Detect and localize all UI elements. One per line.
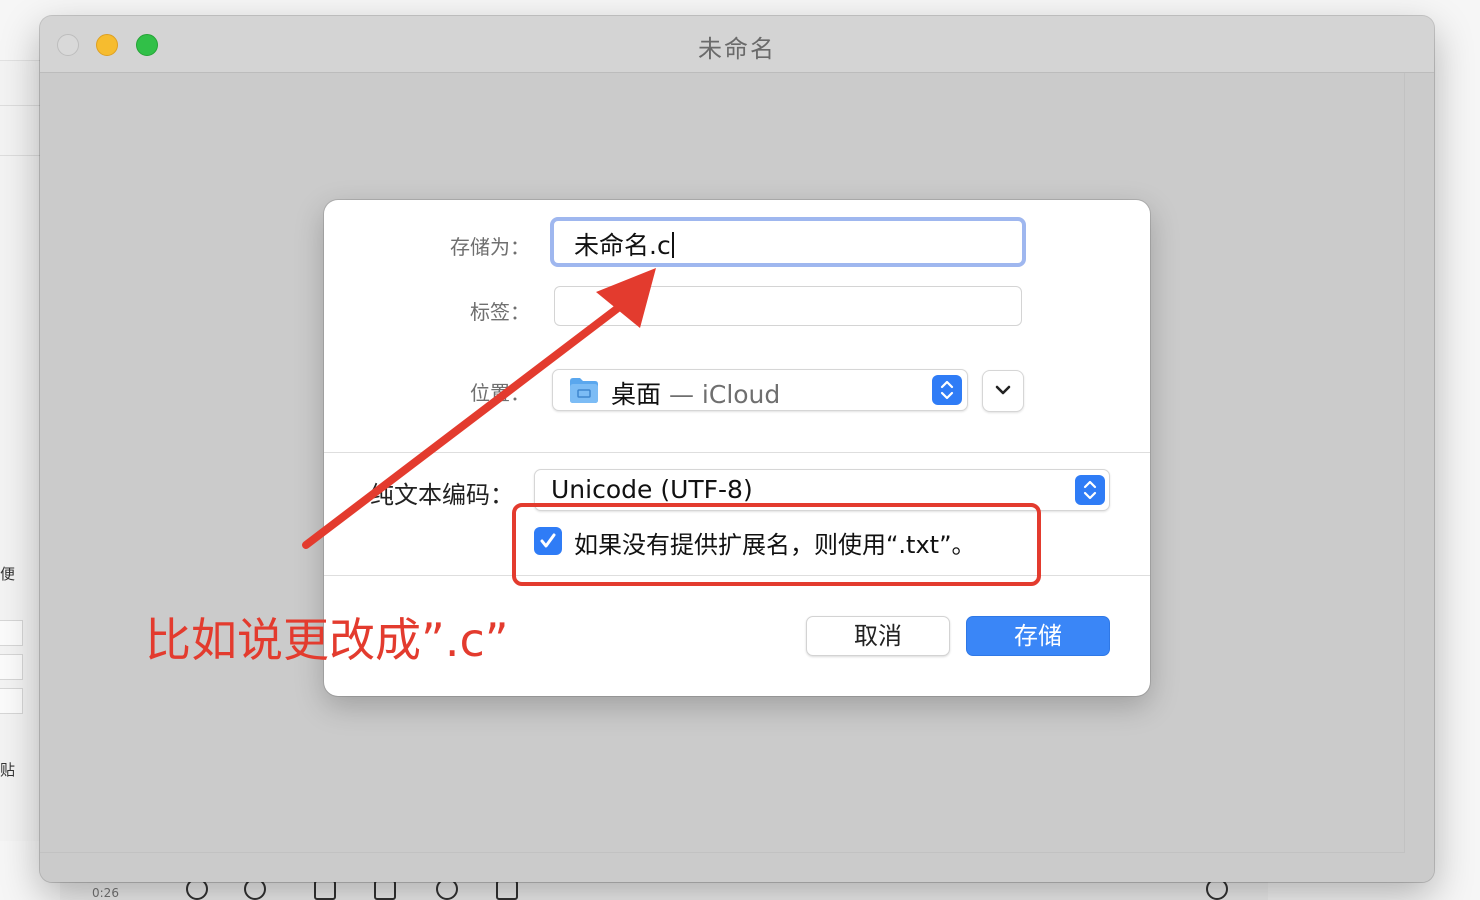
filename-value: 未命名.c [574, 231, 671, 260]
annotation-highlight-box [512, 503, 1041, 586]
annotation-note: 比如说更改成”.c” [145, 613, 509, 667]
background-field [0, 654, 23, 680]
desktop: 便 贴 0:26 未命名 存储为： 未命名.c 标签： 位置： 桌面 — iCl… [0, 0, 1480, 900]
background-label: 贴 [0, 761, 16, 779]
screenshot-icon[interactable] [374, 880, 396, 900]
cancel-button[interactable]: 取消 [806, 616, 950, 656]
section-divider [324, 452, 1150, 453]
screen-share-icon[interactable] [496, 880, 518, 900]
folder-icon [569, 376, 599, 408]
chevron-down-icon [995, 385, 1011, 395]
location-detail: — iCloud [668, 380, 781, 409]
save-as-label: 存储为： [450, 235, 530, 259]
folder-icon[interactable] [314, 880, 336, 900]
encoding-value: Unicode (UTF-8) [551, 475, 753, 504]
location-label: 位置： [470, 381, 530, 405]
tags-input[interactable] [554, 286, 1022, 326]
background-divider [0, 105, 40, 106]
location-name: 桌面 [611, 380, 662, 409]
location-value: 桌面 — iCloud [611, 375, 780, 411]
background-app-sidebar [0, 60, 40, 841]
encoding-label: 纯文本编码： [370, 481, 514, 509]
window-titlebar[interactable]: 未命名 [40, 16, 1434, 73]
filename-value-wrap: 未命名.c [574, 226, 674, 262]
location-popup[interactable]: 桌面 — iCloud [552, 369, 968, 411]
background-divider [0, 155, 40, 156]
text-caret [671, 232, 674, 258]
expand-dialog-button[interactable] [982, 370, 1024, 412]
filename-input[interactable]: 未命名.c [550, 217, 1026, 267]
location-stepper-icon [932, 375, 962, 405]
background-label: 便 [0, 565, 16, 583]
background-field [0, 688, 23, 714]
tags-label: 标签： [470, 300, 530, 324]
window-title: 未命名 [698, 35, 776, 63]
save-button[interactable]: 存储 [966, 616, 1110, 656]
background-field [0, 620, 23, 646]
encoding-stepper-icon [1075, 475, 1105, 505]
background-timestamp: 0:26 [92, 886, 119, 900]
